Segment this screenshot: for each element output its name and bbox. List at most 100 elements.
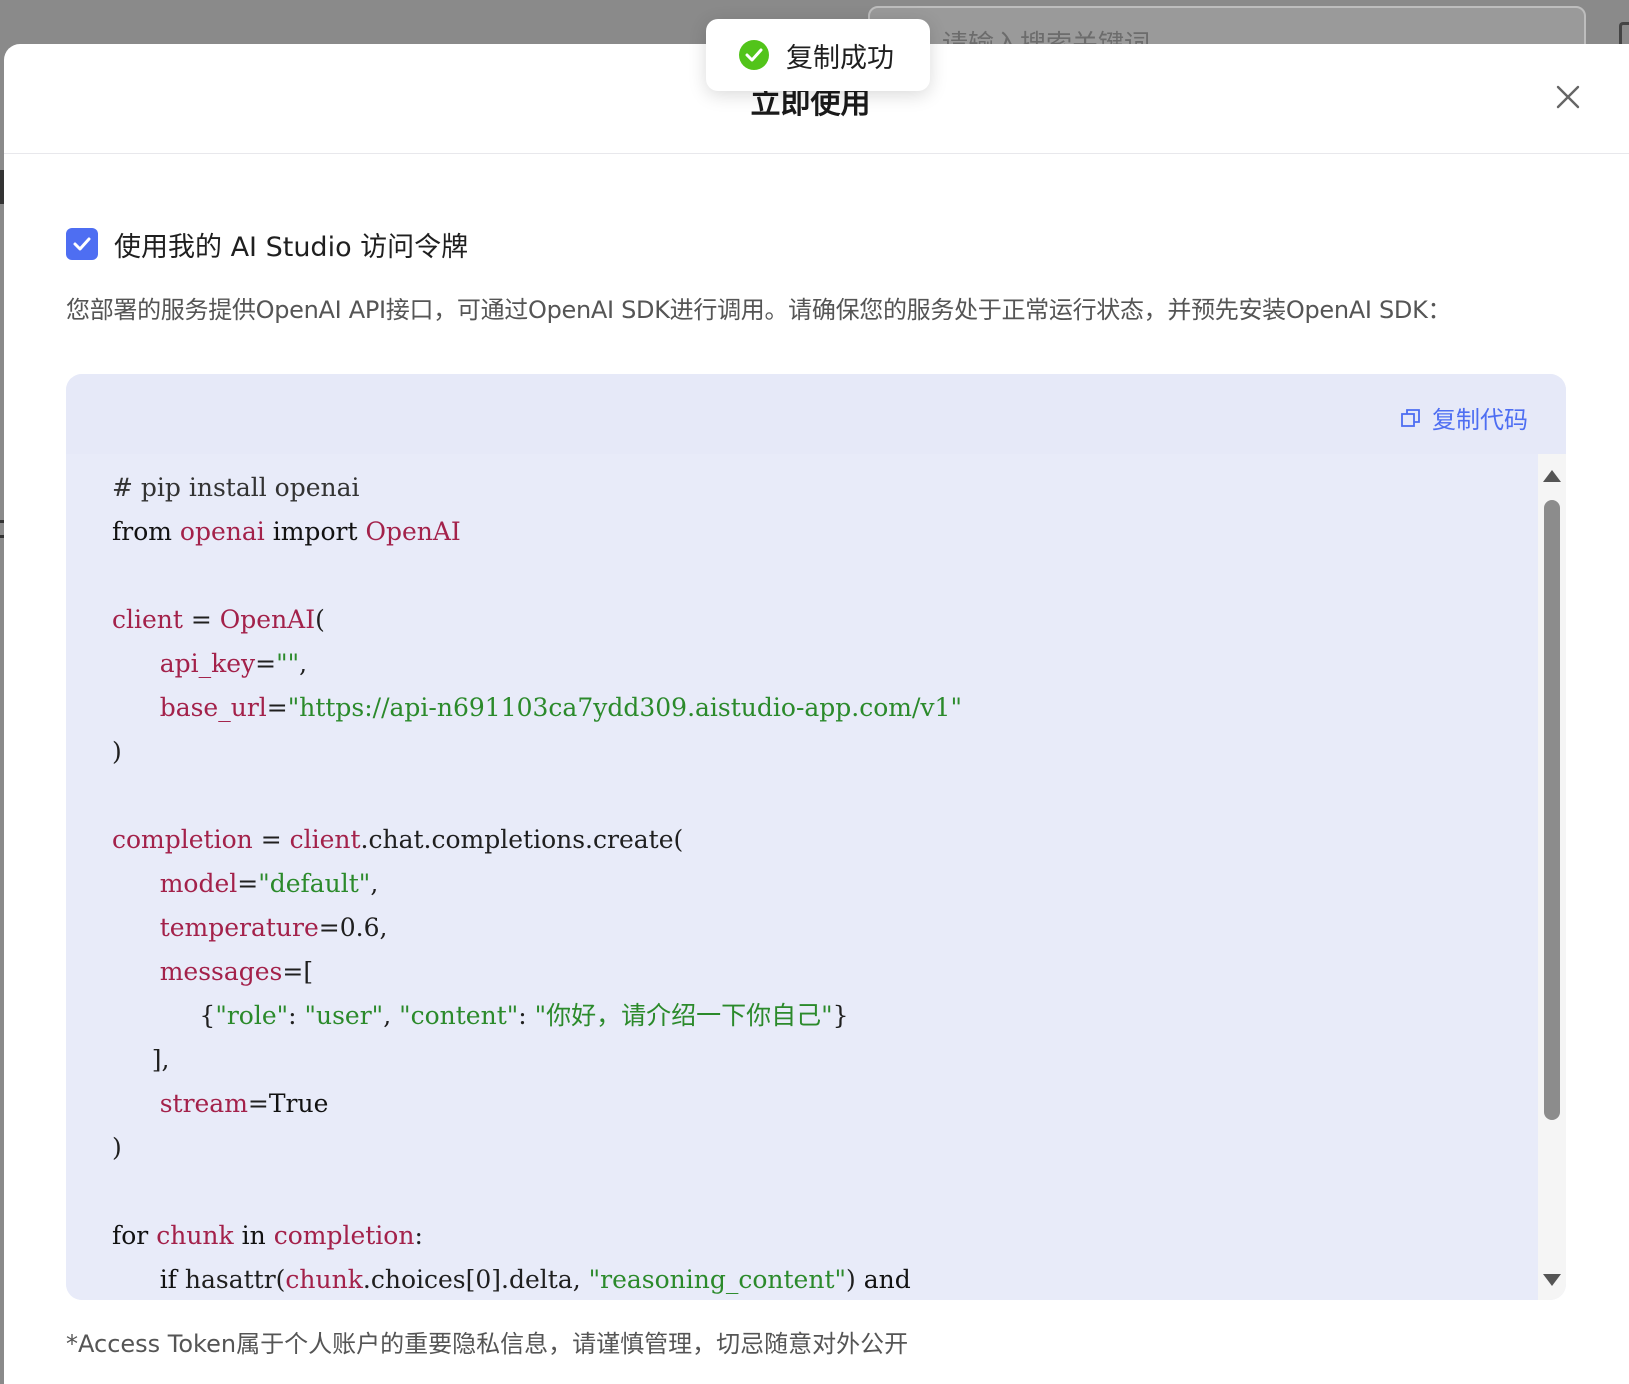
close-button[interactable]: [1553, 82, 1583, 112]
code-token: "https://api-n691103ca7ydd309.aistudio-a…: [287, 693, 962, 722]
scroll-down-arrow-icon[interactable]: [1543, 1274, 1561, 1286]
code-token: # pip install openai: [112, 473, 360, 502]
code-token: "reasoning_content": [588, 1265, 846, 1294]
code-line: base_url="https://api-n691103ca7ydd309.a…: [112, 686, 962, 730]
code-token: "default": [258, 869, 371, 898]
code-token: and: [863, 1265, 911, 1294]
code-token: "": [276, 649, 300, 678]
use-token-label: 使用我的 AI Studio 访问令牌: [114, 231, 469, 263]
code-token: :: [518, 1001, 535, 1030]
code-token: completion: [273, 1221, 415, 1250]
code-token: =0.6,: [318, 913, 388, 942]
code-line: from openai import OpenAI: [112, 510, 962, 554]
code-line: if hasattr(chunk.choices[0].delta, "reas…: [112, 1258, 962, 1300]
code-token: OpenAI: [365, 517, 461, 546]
code-token: ): [112, 737, 122, 766]
code-line: messages=[: [112, 950, 962, 994]
code-token: chunk: [156, 1221, 234, 1250]
use-now-modal: 立即使用 使用我的 AI Studio 访问令牌 您部署的服务提供OpenAI …: [4, 44, 1629, 1384]
code-token: chunk: [285, 1265, 363, 1294]
code-token: hasattr(: [176, 1265, 286, 1294]
code-token: "role": [215, 1001, 289, 1030]
code-line: for chunk in completion:: [112, 1214, 962, 1258]
code-token: .chat.completions.create(: [360, 825, 684, 854]
scroll-up-arrow-icon[interactable]: [1543, 470, 1561, 482]
code-line: client = OpenAI(: [112, 598, 962, 642]
access-token-option[interactable]: 使用我的 AI Studio 访问令牌: [66, 224, 468, 264]
use-token-checkbox[interactable]: [66, 228, 98, 260]
code-token: if: [159, 1265, 177, 1294]
copy-code-label: 复制代码: [1432, 406, 1528, 434]
code-token: ,: [370, 869, 379, 898]
code-token: in: [241, 1221, 266, 1250]
access-token-warning: *Access Token属于个人账户的重要隐私信息，请谨慎管理，切忌随意对外公…: [66, 1330, 909, 1358]
code-line: # pip install openai: [112, 466, 962, 510]
code-block: 复制代码 # pip install openai from openai imp…: [66, 374, 1566, 1300]
code-token: import: [272, 517, 358, 546]
code-line: ],: [112, 1038, 962, 1082]
code-scroll-area[interactable]: # pip install openai from openai import O…: [66, 454, 1538, 1300]
code-token: completion: [112, 825, 253, 854]
code-token: =: [266, 693, 288, 722]
code-line: stream=True: [112, 1082, 962, 1126]
code-token: ): [112, 1133, 122, 1162]
code-line: ): [112, 730, 962, 774]
code-token: OpenAI: [219, 605, 316, 634]
code-token: :: [414, 1221, 423, 1250]
code-token: (: [315, 605, 325, 634]
code-token: =: [247, 1089, 269, 1118]
code-token: for: [112, 1221, 149, 1250]
code-token: =: [255, 649, 277, 678]
code-token: "user": [304, 1001, 384, 1030]
code-token: client: [289, 825, 361, 854]
success-check-icon: [738, 39, 770, 71]
code-token: base_url: [159, 693, 267, 722]
code-token: from: [112, 517, 172, 546]
code-token: {: [112, 1001, 216, 1030]
code-line: model="default",: [112, 862, 962, 906]
code-token: =: [182, 605, 220, 634]
code-token: openai: [179, 517, 265, 546]
code-line: ): [112, 1126, 962, 1170]
code-token: client: [112, 605, 183, 634]
service-description: 您部署的服务提供OpenAI API接口，可通过OpenAI SDK进行调用。请…: [66, 296, 1452, 324]
code-token: ],: [112, 1045, 170, 1074]
code-token: }: [832, 1001, 849, 1030]
code-token: True: [268, 1089, 329, 1118]
code-token: .choices[0].delta,: [362, 1265, 589, 1294]
code-line: api_key="",: [112, 642, 962, 686]
code-token: model: [159, 869, 238, 898]
code-token: api_key: [159, 649, 256, 678]
close-icon: [1556, 85, 1580, 109]
code-line: temperature=0.6,: [112, 906, 962, 950]
code-token: =: [252, 825, 290, 854]
code-token: stream: [159, 1089, 248, 1118]
code-token: ,: [299, 649, 308, 678]
code-line: completion = client.chat.completions.cre…: [112, 818, 962, 862]
code-scrollbar[interactable]: [1538, 454, 1566, 1300]
copy-code-button[interactable]: 复制代码: [1400, 400, 1528, 435]
code-line: {"role": "user", "content": "你好，请介绍一下你自己…: [112, 994, 962, 1038]
code-token: ,: [383, 1001, 400, 1030]
code-token: "你好，请介绍一下你自己": [534, 1001, 833, 1030]
code-token: :: [288, 1001, 305, 1030]
code-token: =[: [282, 957, 314, 986]
code-token: =: [237, 869, 259, 898]
code-token: ): [846, 1265, 864, 1294]
code-token: messages: [159, 957, 283, 986]
scrollbar-thumb[interactable]: [1544, 500, 1560, 1120]
code-token: "content": [399, 1001, 519, 1030]
code-block-toolbar: 复制代码: [66, 374, 1566, 454]
